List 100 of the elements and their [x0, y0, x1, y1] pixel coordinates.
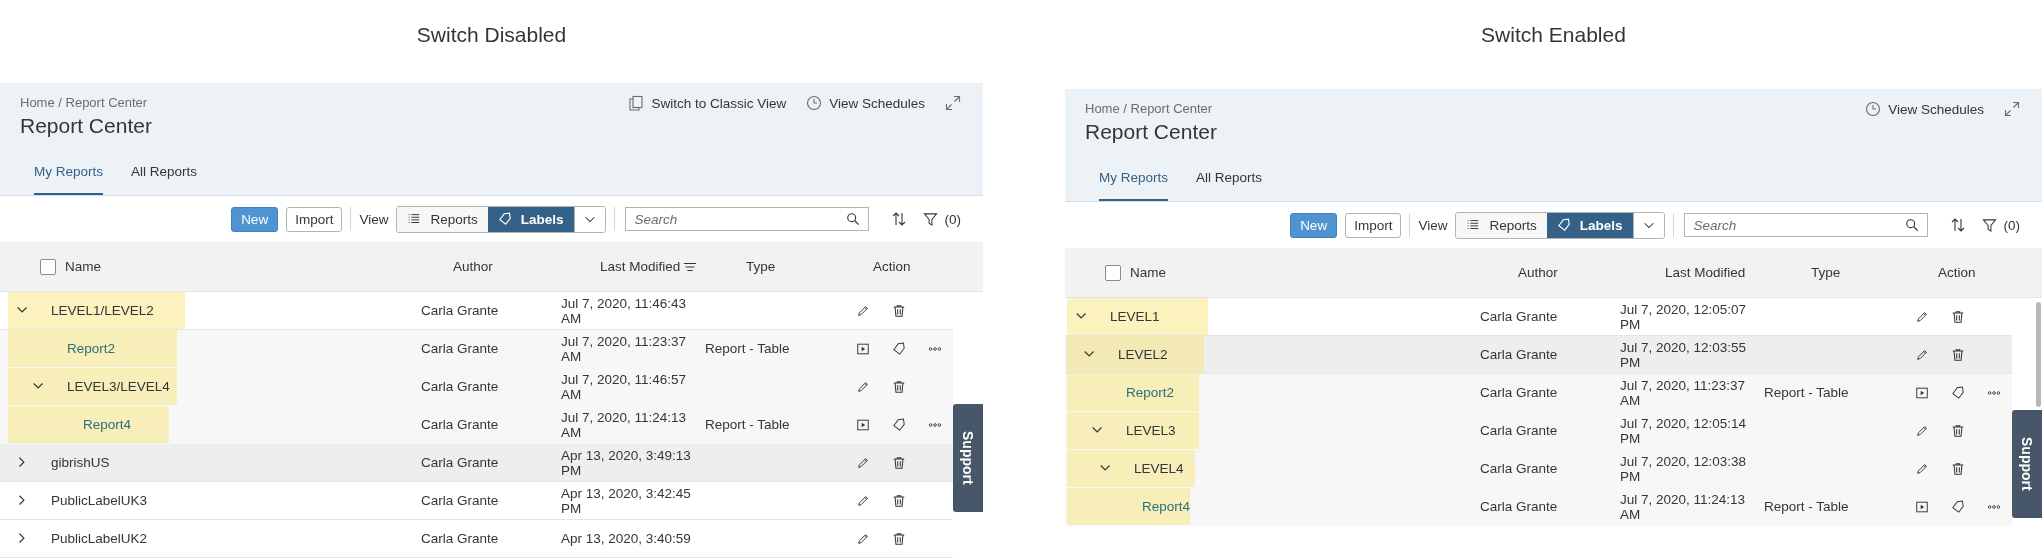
- pencil-icon[interactable]: [856, 379, 870, 394]
- table-row[interactable]: Report2 Carla Grante Jul 7, 2020, 11:23:37 AM Report - Table: [1065, 374, 2012, 412]
- table-row[interactable]: gibrishUS Carla Grante Apr 13, 2020, 3:49:13 PM: [0, 444, 953, 482]
- view-label: View: [1418, 217, 1448, 233]
- author-cell: Carla Grante: [1480, 499, 1558, 514]
- tab[interactable]: All Reports: [1196, 157, 1263, 201]
- column-header[interactable]: Action: [1938, 265, 1976, 280]
- support-tab[interactable]: Support: [953, 404, 983, 512]
- trash-icon[interactable]: [892, 531, 906, 546]
- pencil-icon[interactable]: [1915, 347, 1929, 362]
- classic-view-link[interactable]: Switch to Classic View: [628, 95, 787, 111]
- table-row[interactable]: LEVEL3/LEVEL4 Carla Grante Jul 7, 2020, 11:46:57 AM: [0, 368, 953, 406]
- type-cell: Report - Table: [1764, 499, 1849, 514]
- breadcrumb[interactable]: Home / Report Center: [20, 95, 148, 111]
- date-cell-text: Apr 13, 2020, 3:49:13 PM: [561, 447, 692, 478]
- author-cell: Carla Grante: [1480, 347, 1558, 362]
- label-name: LEVEL1: [1110, 309, 1160, 324]
- view-toggle[interactable]: Reports: [1456, 212, 1547, 238]
- table-row[interactable]: LEVEL4 Carla Grante Jul 7, 2020, 12:03:38 PM: [1065, 450, 2012, 488]
- column-header[interactable]: Type: [746, 259, 776, 274]
- fullscreen-icon[interactable]: [945, 95, 961, 111]
- sort-icon[interactable]: [890, 211, 907, 227]
- tag-icon[interactable]: [892, 417, 906, 432]
- select-all-checkbox[interactable]: [1105, 264, 1121, 281]
- table-row[interactable]: Report4 Carla Grante Jul 7, 2020, 11:24:13 AM Report - Table: [0, 406, 953, 444]
- author-cell: Carla Grante: [1480, 461, 1558, 476]
- run-icon[interactable]: [1915, 385, 1929, 400]
- pencil-icon[interactable]: [1915, 423, 1929, 438]
- import-button[interactable]: Import: [286, 206, 343, 232]
- tab[interactable]: My Reports: [34, 151, 104, 195]
- report-link[interactable]: Report2: [1126, 385, 1175, 400]
- report-link[interactable]: Report4: [83, 417, 132, 432]
- table-row[interactable]: LEVEL1 Carla Grante Jul 7, 2020, 12:05:07 PM: [1065, 298, 2012, 336]
- column-header[interactable]: Author: [1518, 265, 1558, 280]
- support-tab[interactable]: Support: [2012, 410, 2042, 518]
- tag-icon[interactable]: [1951, 499, 1966, 514]
- column-header[interactable]: Action: [873, 259, 911, 274]
- trash-icon[interactable]: [1951, 309, 1965, 324]
- trash-icon[interactable]: [892, 379, 906, 394]
- pencil-icon[interactable]: [856, 455, 870, 470]
- table-row[interactable]: LEVEL3 Carla Grante Jul 7, 2020, 12:05:14 PM: [1065, 412, 2012, 450]
- pencil-icon[interactable]: [856, 493, 870, 508]
- tab[interactable]: My Reports: [1099, 157, 1169, 201]
- column-header[interactable]: Last Modified: [1665, 265, 1746, 280]
- label-name: LEVEL2: [1118, 347, 1168, 362]
- sort-icon[interactable]: [1949, 217, 1966, 233]
- trash-icon[interactable]: [1951, 347, 1965, 362]
- breadcrumb[interactable]: Home / Report Center: [1085, 101, 1213, 117]
- pencil-icon[interactable]: [1915, 309, 1929, 324]
- column-header[interactable]: Last Modified: [600, 259, 681, 274]
- column-header[interactable]: Name: [65, 259, 101, 274]
- table-row[interactable]: Report2 Carla Grante Jul 7, 2020, 11:23:37 AM Report - Table: [0, 330, 953, 368]
- filter-button[interactable]: (0): [1981, 217, 2020, 233]
- table-row[interactable]: LEVEL2 Carla Grante Jul 7, 2020, 12:03:55 PM: [1065, 336, 2012, 374]
- search-icon[interactable]: [1904, 218, 1919, 232]
- table-row[interactable]: Report4 Carla Grante Jul 7, 2020, 11:24:13 AM Report - Table: [1065, 488, 2012, 526]
- search-icon[interactable]: [845, 212, 860, 226]
- search-field[interactable]: Search: [624, 207, 869, 231]
- view-schedules-link[interactable]: View Schedules: [806, 95, 925, 111]
- author-cell: Carla Grante: [1480, 385, 1558, 400]
- author-cell: Carla Grante: [1480, 423, 1558, 438]
- label-name: LEVEL3/LEVEL4: [67, 379, 170, 394]
- import-button[interactable]: Import: [1345, 212, 1402, 238]
- date-cell-text: Jul 7, 2020, 12:05:07 PM: [1620, 301, 1748, 332]
- trash-icon[interactable]: [892, 493, 906, 508]
- date-cell-text: Jul 7, 2020, 11:23:37 AM: [1620, 377, 1747, 408]
- trash-icon[interactable]: [1951, 461, 1965, 476]
- column-header[interactable]: Type: [1811, 265, 1841, 280]
- view-dropdown[interactable]: [573, 206, 605, 232]
- trash-icon[interactable]: [1951, 423, 1965, 438]
- column-header[interactable]: Name: [1130, 265, 1166, 280]
- tag-icon[interactable]: [1951, 385, 1965, 400]
- table-row[interactable]: LEVEL1/LEVEL2 Carla Grante Jul 7, 2020, 11:46:43 AM: [0, 292, 953, 330]
- view-toggle[interactable]: Labels: [487, 206, 574, 232]
- filter-button[interactable]: (0): [922, 211, 961, 227]
- run-icon[interactable]: [856, 417, 870, 432]
- pencil-icon[interactable]: [1915, 461, 1929, 476]
- filter-icon: [922, 211, 938, 227]
- report-link[interactable]: Report4: [1142, 499, 1191, 514]
- select-all-checkbox[interactable]: [40, 258, 56, 275]
- pencil-icon[interactable]: [856, 303, 870, 318]
- fullscreen-icon[interactable]: [2004, 101, 2020, 117]
- scrollbar-thumb[interactable]: [2036, 302, 2041, 407]
- search-field[interactable]: Search: [1683, 213, 1928, 237]
- date-cell-text: Apr 13, 2020, 3:42:45 PM: [561, 485, 692, 516]
- trash-icon[interactable]: [892, 455, 906, 470]
- view-dropdown[interactable]: [1632, 212, 1664, 238]
- run-icon[interactable]: [856, 341, 870, 356]
- tag-icon[interactable]: [892, 341, 906, 356]
- view-toggle[interactable]: Reports: [397, 206, 488, 232]
- run-icon[interactable]: [1915, 499, 1930, 514]
- author-cell: Carla Grante: [421, 341, 499, 356]
- view-toggle[interactable]: Labels: [1546, 212, 1633, 238]
- pencil-icon[interactable]: [856, 531, 870, 546]
- column-header[interactable]: Author: [453, 259, 493, 274]
- view-schedules-link[interactable]: View Schedules: [1865, 101, 1984, 117]
- tab[interactable]: All Reports: [131, 151, 198, 195]
- report-link[interactable]: Report2: [67, 341, 116, 356]
- trash-icon[interactable]: [892, 303, 906, 318]
- label-name: PublicLabelUK3: [51, 493, 148, 508]
